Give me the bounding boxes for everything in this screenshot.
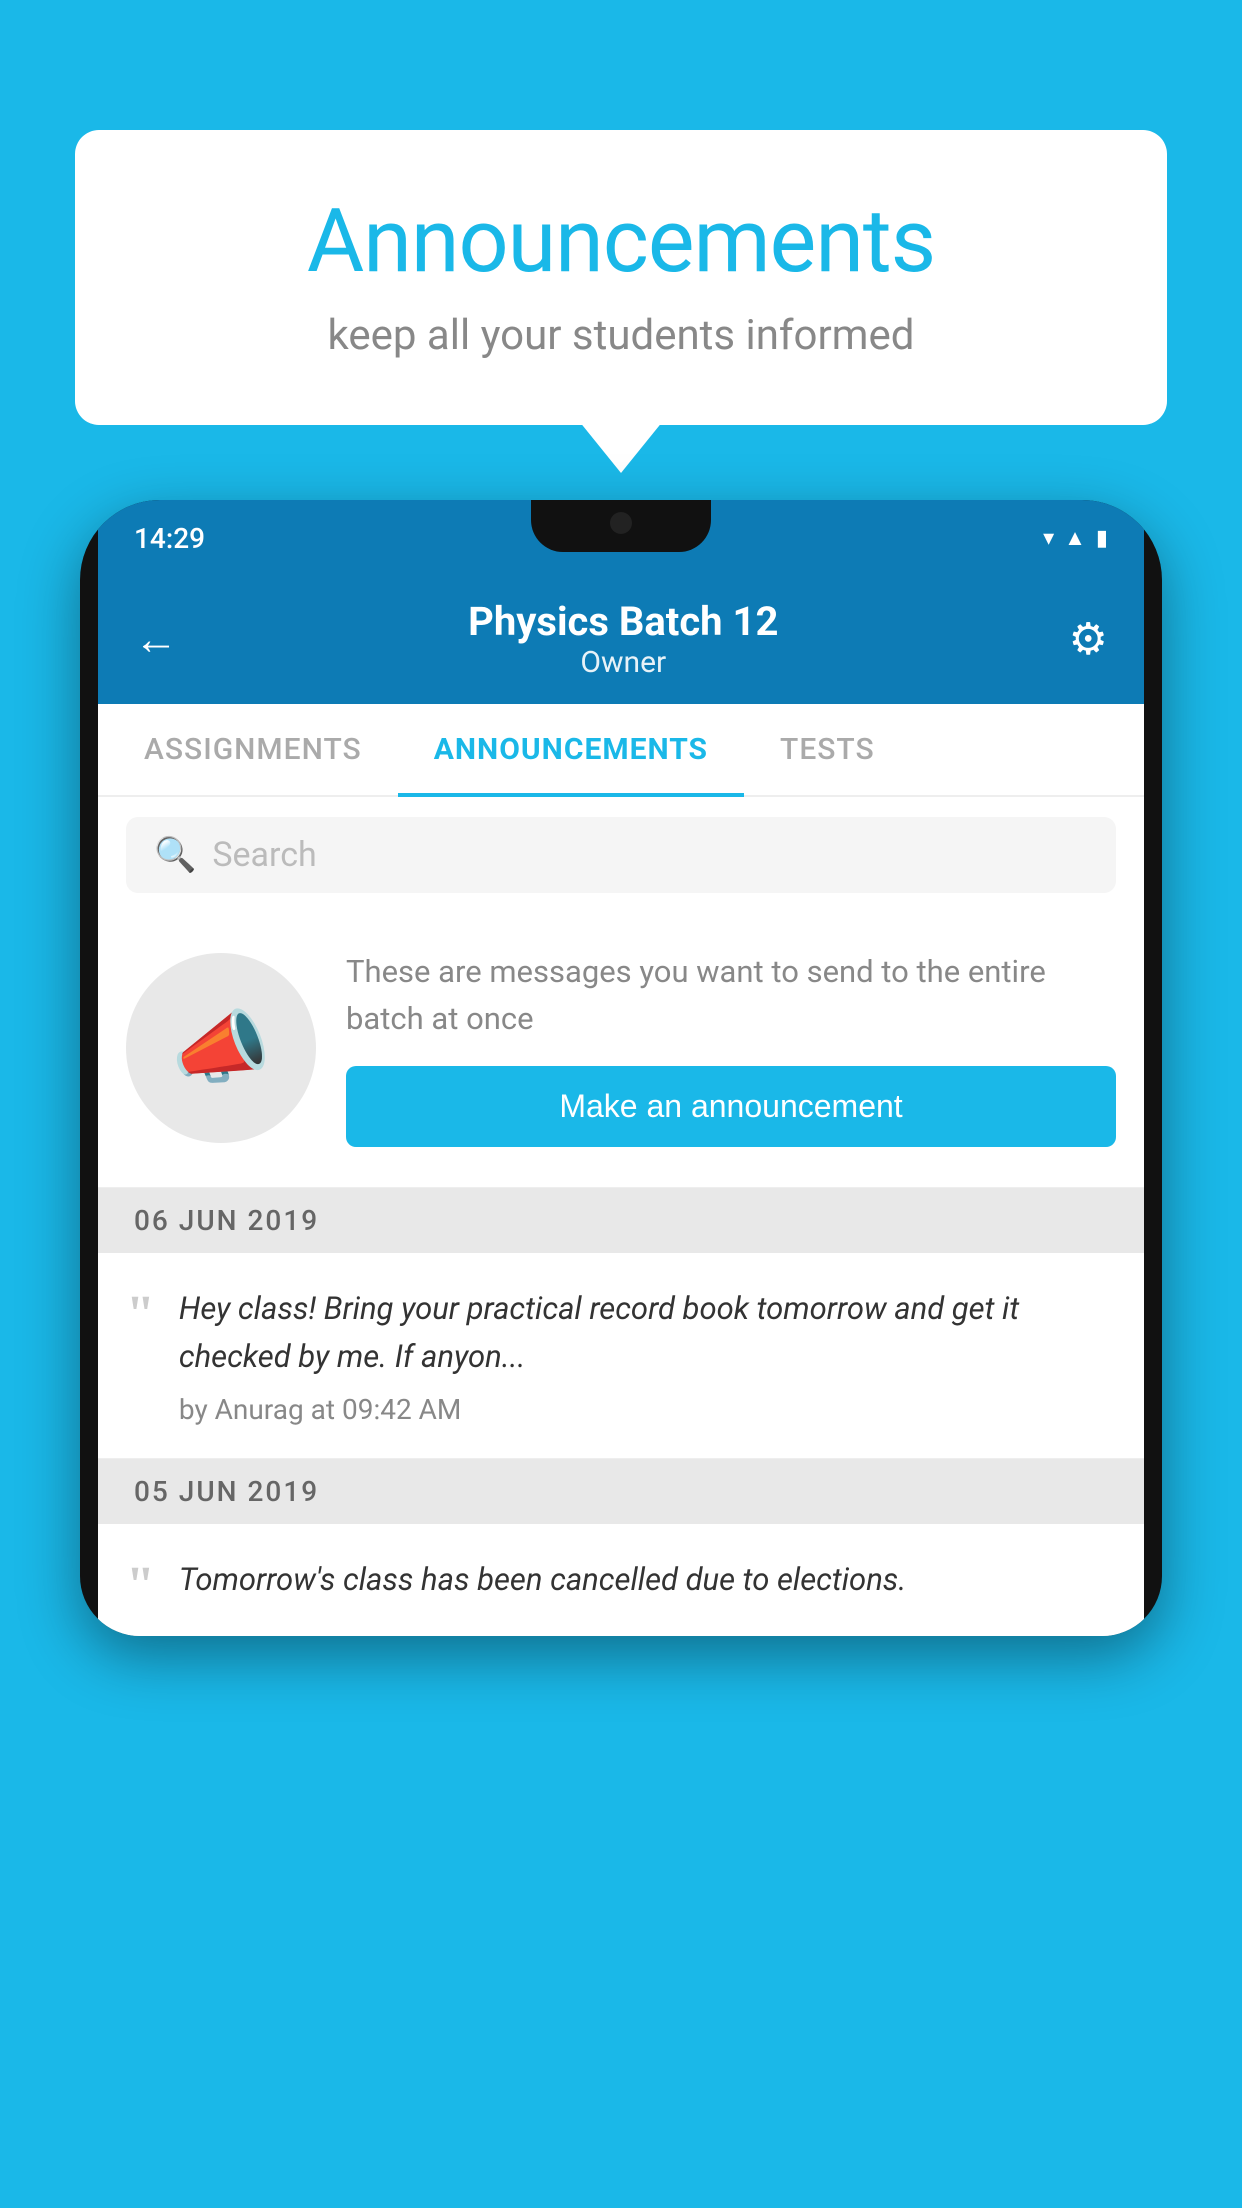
tab-assignments[interactable]: ASSIGNMENTS xyxy=(108,704,398,795)
back-button[interactable]: ← xyxy=(134,613,178,665)
tabs-bar: ASSIGNMENTS ANNOUNCEMENTS TESTS xyxy=(98,704,1144,797)
promo-description: These are messages you want to send to t… xyxy=(346,949,1116,1042)
gear-icon[interactable]: ⚙ xyxy=(1069,613,1108,665)
header-subtitle: Owner xyxy=(468,645,778,680)
promo-right: These are messages you want to send to t… xyxy=(346,949,1116,1147)
header-title: Physics Batch 12 xyxy=(468,598,778,645)
announcement-meta-1: by Anurag at 09:42 AM xyxy=(179,1393,1116,1426)
phone-wrapper: 14:29 ▾ ▲ ▮ ← Physics Batch 12 Owner ⚙ A… xyxy=(80,500,1162,2208)
phone-notch xyxy=(531,500,711,552)
search-bar-wrapper: 🔍 Search xyxy=(98,797,1144,913)
bubble-title: Announcements xyxy=(155,190,1087,293)
speech-bubble-wrapper: Announcements keep all your students inf… xyxy=(75,130,1167,425)
speech-bubble: Announcements keep all your students inf… xyxy=(75,130,1167,425)
phone-screen: 🔍 Search 📣 These are messages you want t… xyxy=(98,797,1144,1636)
header-center: Physics Batch 12 Owner xyxy=(468,598,778,680)
status-icons: ▾ ▲ ▮ xyxy=(1043,525,1108,551)
phone-camera xyxy=(610,512,632,534)
announcement-item-1: " Hey class! Bring your practical record… xyxy=(98,1253,1144,1459)
app-header: ← Physics Batch 12 Owner ⚙ xyxy=(98,576,1144,704)
date-header-2: 05 JUN 2019 xyxy=(98,1459,1144,1524)
search-icon: 🔍 xyxy=(154,835,196,875)
signal-icon: ▲ xyxy=(1064,525,1086,551)
battery-icon: ▮ xyxy=(1096,526,1108,551)
status-bar: 14:29 ▾ ▲ ▮ xyxy=(98,500,1144,576)
bubble-subtitle: keep all your students informed xyxy=(155,311,1087,360)
phone-frame: 14:29 ▾ ▲ ▮ ← Physics Batch 12 Owner ⚙ A… xyxy=(80,500,1162,1636)
announcement-text-2: Tomorrow's class has been cancelled due … xyxy=(179,1556,1116,1604)
quote-icon-1: " xyxy=(126,1289,155,1341)
search-bar[interactable]: 🔍 Search xyxy=(126,817,1116,893)
announcement-content-1: Hey class! Bring your practical record b… xyxy=(179,1285,1116,1426)
promo-icon-circle: 📣 xyxy=(126,953,316,1143)
wifi-icon: ▾ xyxy=(1043,526,1054,551)
announcement-item-2: " Tomorrow's class has been cancelled du… xyxy=(98,1524,1144,1636)
search-input[interactable]: Search xyxy=(212,835,316,875)
quote-icon-2: " xyxy=(126,1560,155,1612)
tab-announcements[interactable]: ANNOUNCEMENTS xyxy=(398,704,744,795)
make-announcement-button[interactable]: Make an announcement xyxy=(346,1066,1116,1147)
megaphone-icon: 📣 xyxy=(171,1001,271,1095)
promo-block: 📣 These are messages you want to send to… xyxy=(98,913,1144,1188)
date-header-1: 06 JUN 2019 xyxy=(98,1188,1144,1253)
announcement-content-2: Tomorrow's class has been cancelled due … xyxy=(179,1556,1116,1616)
status-time: 14:29 xyxy=(134,522,205,555)
announcement-text-1: Hey class! Bring your practical record b… xyxy=(179,1285,1116,1381)
tab-tests[interactable]: TESTS xyxy=(744,704,911,795)
